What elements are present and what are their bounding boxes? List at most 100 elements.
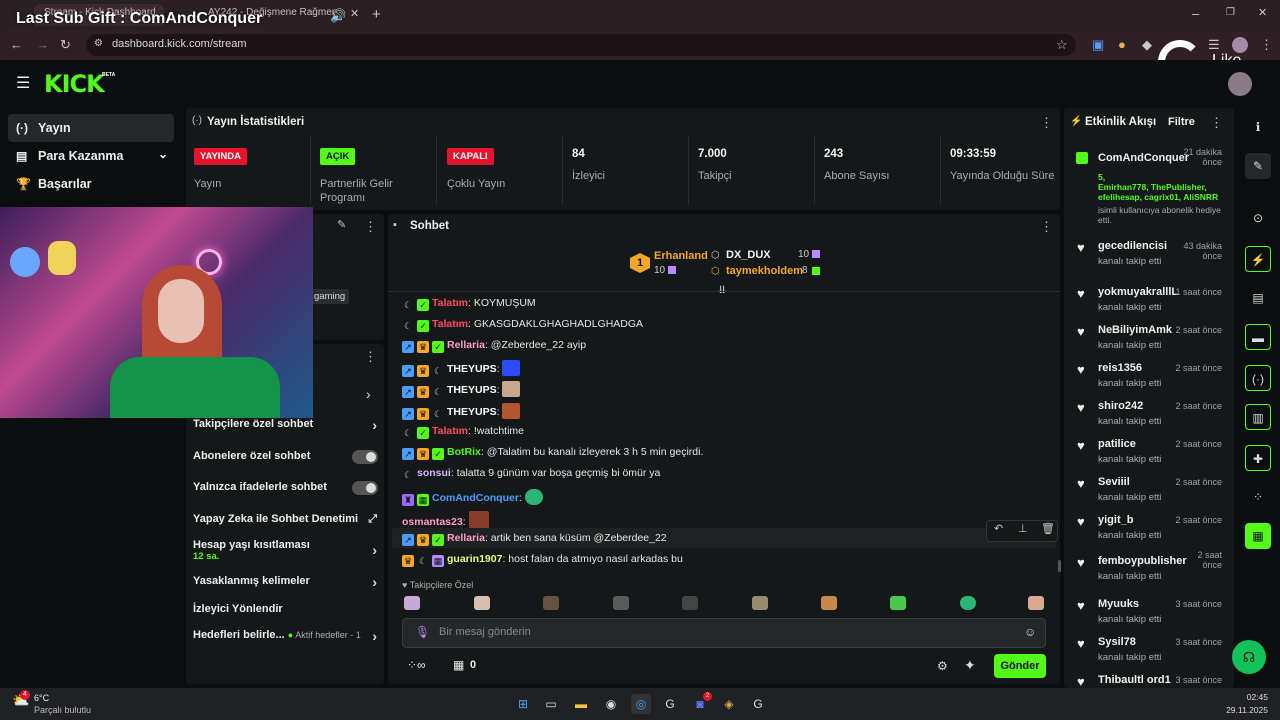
- chat-message[interactable]: ☾ ✓ Talatım: !watchtime: [402, 425, 524, 443]
- chat-message[interactable]: ↗ ♛ ☾ THEYUPS:: [402, 381, 521, 399]
- chat-message[interactable]: ↗ ♛ ☾ THEYUPS:: [402, 360, 521, 378]
- chat-username[interactable]: BotRix: [447, 446, 481, 458]
- chat-bubble-icon[interactable]: ▬: [1245, 324, 1271, 350]
- window-close-icon[interactable]: ✕: [1258, 8, 1267, 19]
- setting-account-age[interactable]: Hesap yaşı kısıtlaması 12 sa. ›: [193, 539, 377, 562]
- translate-icon[interactable]: ▣: [1092, 38, 1104, 51]
- emotes-only-toggle[interactable]: [352, 481, 378, 495]
- emote-image[interactable]: [752, 596, 768, 610]
- subscribers-only-toggle[interactable]: [352, 450, 378, 464]
- emote-image[interactable]: [1028, 596, 1044, 610]
- send-button[interactable]: Gönder: [994, 654, 1046, 678]
- leaderboard-name[interactable]: DX_DUX: [726, 249, 771, 261]
- maximize-icon[interactable]: ❐: [1226, 8, 1235, 18]
- chat-message[interactable]: ☾ ✓ Talatım: GKASGDAKLGHAGHADLGHADGA: [402, 318, 643, 336]
- profile-avatar[interactable]: [1232, 37, 1248, 53]
- chat-message[interactable]: osmantas23:: [402, 511, 489, 529]
- setting-followers-only[interactable]: Takipçilere özel sohbet ›: [193, 417, 377, 433]
- sidebar-item-para-kazanma[interactable]: ▤ Para Kazanma ⌄: [8, 142, 174, 170]
- quick-emote-icon[interactable]: ✦: [964, 657, 976, 674]
- activity-item[interactable]: ♥ gecedilencisi 43 dakika önce kanalı takip…: [1076, 240, 1226, 278]
- chat-message[interactable]: ☾ ✓ Talatım: KOYMUŞUM: [402, 297, 536, 315]
- emoji-icon[interactable]: ☺: [1024, 625, 1036, 639]
- chat-username[interactable]: Rellaria: [447, 339, 485, 351]
- forward-icon[interactable]: →: [36, 38, 49, 51]
- emote-image[interactable]: [821, 596, 837, 610]
- activity-item[interactable]: ♥ patilice 2 saat önce kanalı takip etti: [1076, 438, 1226, 476]
- delete-icon[interactable]: 🗑: [1041, 524, 1055, 535]
- activity-item[interactable]: ♥ NeBiliyimAmk 2 saat önce kanalı takip ett…: [1076, 324, 1226, 362]
- chat-message[interactable]: ☾ sonsui: talatta 9 günüm var boşa geçmiş…: [402, 467, 660, 485]
- chat-scrollbar[interactable]: [1058, 560, 1061, 572]
- bookmark-star-icon[interactable]: ☆: [1056, 38, 1068, 51]
- more-options-icon[interactable]: ⋮: [1040, 220, 1053, 233]
- chat-username[interactable]: guarin1907: [447, 553, 502, 565]
- chat-username[interactable]: ComAndConquer: [432, 492, 519, 504]
- chat-username[interactable]: sonsui: [417, 467, 451, 479]
- more-options-icon[interactable]: ⋮: [364, 220, 377, 233]
- emote-image[interactable]: [890, 596, 906, 610]
- chat-message[interactable]: ↗ ♛ ✓ Rellaria: @Zeberdee_22 ayip: [402, 339, 586, 357]
- extension-icon[interactable]: ◆: [1142, 38, 1152, 51]
- info-icon[interactable]: ℹ: [1245, 114, 1271, 140]
- tab-close-icon[interactable]: ✕: [350, 9, 359, 20]
- more-options-icon[interactable]: ⋮: [1210, 116, 1223, 129]
- clock-date[interactable]: 29.11.2025: [1216, 705, 1268, 715]
- new-tab-button[interactable]: +: [372, 7, 381, 22]
- store-icon[interactable]: ▦: [453, 658, 464, 672]
- chat-username[interactable]: THEYUPS: [447, 406, 497, 418]
- chat-username[interactable]: osmantas23: [402, 516, 463, 528]
- task-view-icon[interactable]: ▭: [541, 694, 561, 714]
- more-options-icon[interactable]: ⋮: [1040, 116, 1053, 129]
- activity-item[interactable]: ♥ femboypublisher 2 saat önce kanalı takip …: [1076, 550, 1226, 593]
- hamburger-menu-icon[interactable]: ☰: [16, 76, 30, 92]
- leaderboard-name[interactable]: Erhanland: [654, 250, 708, 262]
- points-icon[interactable]: ⁘: [1245, 484, 1271, 510]
- windows-start-icon[interactable]: ⊞: [513, 694, 533, 714]
- setting-ai-moderation[interactable]: Yapay Zeka ile Sohbet Denetimi ⤢: [193, 513, 377, 525]
- emote-image[interactable]: [682, 596, 698, 610]
- user-avatar[interactable]: [1228, 72, 1252, 96]
- support-headset-icon[interactable]: ☊: [1232, 640, 1266, 674]
- minimize-icon[interactable]: –: [1192, 7, 1199, 20]
- sidebar-item-yayin[interactable]: (·) Yayın: [8, 114, 174, 142]
- pin-icon[interactable]: ⊥: [1018, 524, 1028, 535]
- emote-image[interactable]: [474, 596, 490, 610]
- chrome-icon[interactable]: ◎: [631, 694, 651, 714]
- chat-username[interactable]: THEYUPS: [447, 384, 497, 396]
- extension-icon[interactable]: ●: [1118, 38, 1126, 51]
- chat-message[interactable]: ♜ ▦ ComAndConquer:: [402, 489, 543, 507]
- setting-viewer-redirect[interactable]: İzleyici Yönlendir: [193, 603, 377, 615]
- league-icon[interactable]: ◈: [719, 694, 739, 714]
- app-g-icon[interactable]: G: [660, 694, 680, 714]
- lightning-icon[interactable]: ⚡: [1245, 246, 1271, 272]
- emote-image[interactable]: [960, 596, 976, 610]
- chat-username[interactable]: THEYUPS: [447, 363, 497, 375]
- activity-item[interactable]: ♥ Thibaultl ord1 3 saat önce: [1076, 674, 1226, 688]
- edit-pencil-icon[interactable]: ✎: [337, 220, 346, 231]
- reload-icon[interactable]: ↻: [60, 38, 71, 51]
- setting-goals[interactable]: Hedefleri belirle... ● Aktif hedefler - …: [193, 628, 377, 644]
- more-options-icon[interactable]: ⋮: [364, 350, 377, 363]
- chat-message[interactable]: ↗ ♛ ✓ BotRix: @Talatim bu kanalı izleyerek …: [402, 446, 703, 464]
- wrench-icon[interactable]: ✚: [1245, 445, 1271, 471]
- file-explorer-icon[interactable]: ▬: [571, 694, 591, 714]
- chat-username[interactable]: Talatım: [432, 318, 468, 330]
- url-field[interactable]: dashboard.kick.com/stream: [86, 34, 1076, 56]
- broadcast-icon[interactable]: (·): [1245, 365, 1271, 391]
- kick-logo[interactable]: KICK: [44, 70, 105, 98]
- activity-item[interactable]: ♥ reis1356 2 saat önce kanalı takip etti: [1076, 362, 1226, 400]
- chat-username[interactable]: Rellaria: [447, 532, 485, 544]
- filter-button[interactable]: Filtre: [1168, 116, 1195, 128]
- activity-item[interactable]: ♥ yigit_b 2 saat önce kanalı takip etti: [1076, 514, 1226, 552]
- activity-item[interactable]: ♥ Myuuks 3 saat önce kanalı takip etti: [1076, 598, 1226, 636]
- activity-item[interactable]: ♥ Seviiil 2 saat önce kanalı takip etti: [1076, 476, 1226, 514]
- chat-username[interactable]: Talatım: [432, 425, 468, 437]
- setting-banned-words[interactable]: Yasaklanmış kelimeler ›: [193, 574, 377, 590]
- reply-icon[interactable]: ↶: [994, 524, 1003, 535]
- back-icon[interactable]: ←: [10, 38, 23, 51]
- browser-menu-icon[interactable]: ⋮: [1260, 38, 1273, 51]
- leaderboard-name[interactable]: taymekholdem: [726, 265, 803, 277]
- chat-message[interactable]: ♛ ☾ ▦ guarin1907: host falan da atmıyo nası…: [402, 553, 683, 571]
- chevron-right-icon[interactable]: ›: [366, 386, 371, 402]
